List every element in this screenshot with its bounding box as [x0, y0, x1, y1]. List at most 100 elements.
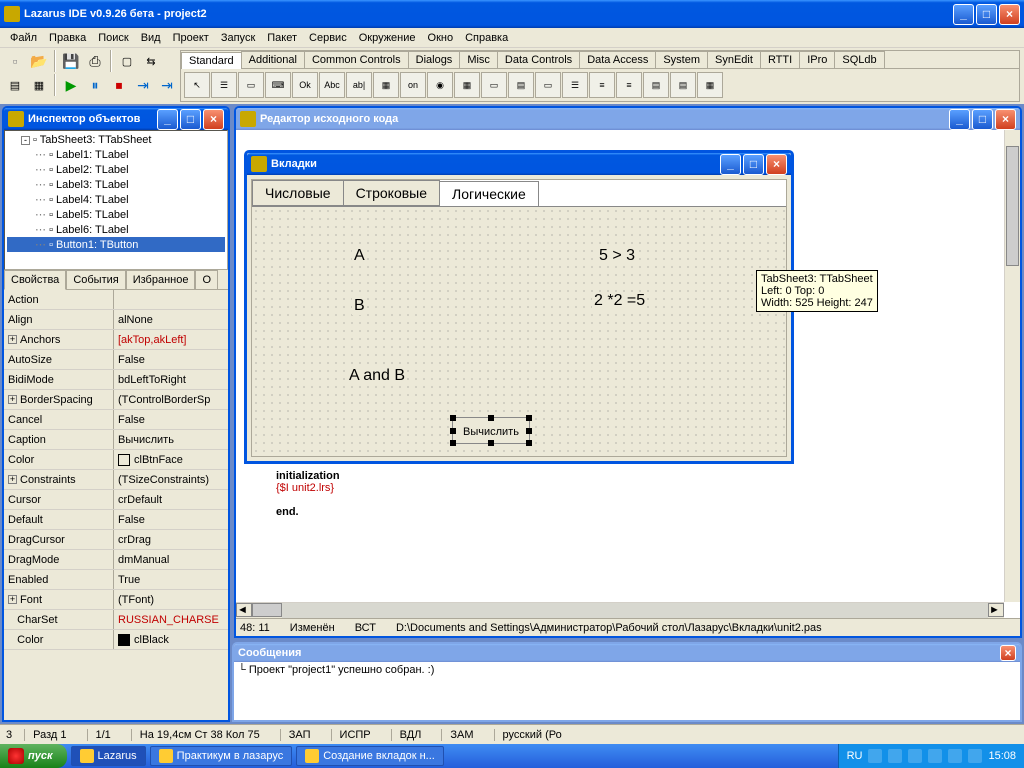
- palette-component-6[interactable]: ab|: [346, 72, 372, 98]
- pc-tab-numeric[interactable]: Числовые: [252, 180, 344, 206]
- property-row[interactable]: DefaultFalse: [4, 510, 228, 530]
- palette-component-5[interactable]: Abc: [319, 72, 345, 98]
- tree-item[interactable]: -▫ TabSheet3: TTabSheet: [7, 133, 225, 147]
- palette-tab-dialogs[interactable]: Dialogs: [408, 51, 461, 68]
- palette-tab-rtti[interactable]: RTTI: [760, 51, 800, 68]
- property-row[interactable]: +Font(TFont): [4, 590, 228, 610]
- palette-tab-ipro[interactable]: IPro: [799, 51, 835, 68]
- palette-tab-datacontrols[interactable]: Data Controls: [497, 51, 580, 68]
- palette-component-15[interactable]: ≡: [589, 72, 615, 98]
- palette-tab-dataaccess[interactable]: Data Access: [579, 51, 656, 68]
- menu-file[interactable]: Файл: [4, 30, 43, 46]
- menu-environment[interactable]: Окружение: [353, 30, 422, 46]
- tree-item[interactable]: ⋯ ▫ Button1: TButton: [7, 237, 225, 252]
- palette-tab-sqldb[interactable]: SQLdb: [834, 51, 884, 68]
- step-into-button[interactable]: [156, 74, 178, 96]
- property-row[interactable]: DragModedmManual: [4, 550, 228, 570]
- design-label[interactable]: 2 *2 =5: [592, 292, 647, 310]
- palette-component-9[interactable]: ◉: [427, 72, 453, 98]
- clock[interactable]: 15:08: [988, 750, 1016, 762]
- property-row[interactable]: AlignalNone: [4, 310, 228, 330]
- menu-edit[interactable]: Правка: [43, 30, 92, 46]
- palette-component-4[interactable]: Ok: [292, 72, 318, 98]
- property-grid[interactable]: ActionAlignalNone+Anchors[akTop,akLeft]A…: [4, 290, 228, 720]
- design-label[interactable]: 5 > 3: [597, 247, 637, 265]
- form-minimize[interactable]: _: [720, 154, 741, 175]
- tray-icon[interactable]: [868, 749, 882, 763]
- palette-component-1[interactable]: ☰: [211, 72, 237, 98]
- property-row[interactable]: AutoSizeFalse: [4, 350, 228, 370]
- save-button[interactable]: [60, 50, 82, 72]
- property-row[interactable]: ColorclBlack: [4, 630, 228, 650]
- tray-icon[interactable]: [928, 749, 942, 763]
- palette-component-3[interactable]: ⌨: [265, 72, 291, 98]
- design-label[interactable]: A: [352, 247, 367, 265]
- menu-run[interactable]: Запуск: [215, 30, 261, 46]
- property-row[interactable]: +Anchors[akTop,akLeft]: [4, 330, 228, 350]
- tab-restricted[interactable]: О: [195, 270, 218, 289]
- editor-minimize[interactable]: _: [949, 109, 970, 130]
- messages-list[interactable]: └ Проект "project1" успешно собран. :): [234, 662, 1020, 720]
- tab-events[interactable]: События: [66, 270, 125, 289]
- tree-item[interactable]: ⋯ ▫ Label1: TLabel: [7, 147, 225, 162]
- menu-search[interactable]: Поиск: [92, 30, 134, 46]
- menu-project[interactable]: Проект: [167, 30, 215, 46]
- tray-icon[interactable]: [908, 749, 922, 763]
- palette-component-19[interactable]: ▦: [697, 72, 723, 98]
- page-control[interactable]: Числовые Строковые Логические Вычислить …: [251, 179, 787, 457]
- palette-component-14[interactable]: ☰: [562, 72, 588, 98]
- new-form-button[interactable]: ▢: [116, 50, 138, 72]
- pc-tab-logic[interactable]: Логические: [439, 181, 539, 207]
- menubar[interactable]: Файл Правка Поиск Вид Проект Запуск Паке…: [0, 28, 1024, 48]
- pc-tab-string[interactable]: Строковые: [343, 180, 440, 206]
- editor-scrollbar-h[interactable]: ◄►: [236, 602, 1004, 618]
- tray-icon[interactable]: [968, 749, 982, 763]
- palette-component-10[interactable]: ▦: [454, 72, 480, 98]
- step-over-button[interactable]: [132, 74, 154, 96]
- close-button[interactable]: ×: [999, 4, 1020, 25]
- inspector-maximize[interactable]: □: [180, 109, 201, 130]
- palette-tab-misc[interactable]: Misc: [459, 51, 498, 68]
- menu-window[interactable]: Окно: [422, 30, 460, 46]
- property-row[interactable]: DragCursorcrDrag: [4, 530, 228, 550]
- new-unit-button[interactable]: [4, 50, 26, 72]
- open-button[interactable]: [28, 50, 50, 72]
- form-close[interactable]: ×: [766, 154, 787, 175]
- property-row[interactable]: +BorderSpacing(TControlBorderSp: [4, 390, 228, 410]
- editor-scrollbar-v[interactable]: [1004, 130, 1020, 602]
- minimize-button[interactable]: _: [953, 4, 974, 25]
- palette-tab-system[interactable]: System: [655, 51, 708, 68]
- messages-close[interactable]: ×: [1000, 645, 1016, 661]
- lang-indicator[interactable]: RU: [847, 750, 863, 762]
- maximize-button[interactable]: □: [976, 4, 997, 25]
- tree-item[interactable]: ⋯ ▫ Label6: TLabel: [7, 222, 225, 237]
- editor-close[interactable]: ×: [995, 109, 1016, 130]
- palette-component-17[interactable]: ▤: [643, 72, 669, 98]
- palette-tabs[interactable]: Standard Additional Common Controls Dial…: [181, 51, 1019, 69]
- editor-maximize[interactable]: □: [972, 109, 993, 130]
- palette-component-16[interactable]: ≡: [616, 72, 642, 98]
- palette-component-7[interactable]: ▦: [373, 72, 399, 98]
- pause-button[interactable]: [84, 74, 106, 96]
- palette-component-0[interactable]: ↖: [184, 72, 210, 98]
- tree-item[interactable]: ⋯ ▫ Label2: TLabel: [7, 162, 225, 177]
- palette-tab-synedit[interactable]: SynEdit: [707, 51, 761, 68]
- menu-help[interactable]: Справка: [459, 30, 514, 46]
- form-titlebar[interactable]: Вкладки _ □ ×: [247, 153, 791, 175]
- property-row[interactable]: +Constraints(TSizeConstraints): [4, 470, 228, 490]
- palette-tab-common[interactable]: Common Controls: [304, 51, 409, 68]
- property-row[interactable]: CaptionВычислить: [4, 430, 228, 450]
- menu-tools[interactable]: Сервис: [303, 30, 353, 46]
- menu-package[interactable]: Пакет: [261, 30, 303, 46]
- component-tree[interactable]: -▫ TabSheet3: TTabSheet⋯ ▫ Label1: TLabe…: [4, 130, 228, 270]
- taskbar-task[interactable]: Lazarus: [71, 746, 146, 766]
- units-button[interactable]: ▤: [4, 74, 26, 96]
- palette-component-12[interactable]: ▤: [508, 72, 534, 98]
- property-row[interactable]: CursorcrDefault: [4, 490, 228, 510]
- system-tray[interactable]: RU 15:08: [838, 744, 1024, 768]
- taskbar-task[interactable]: Создание вкладок н...: [296, 746, 444, 766]
- property-row[interactable]: CharSetRUSSIAN_CHARSE: [4, 610, 228, 630]
- tree-item[interactable]: ⋯ ▫ Label4: TLabel: [7, 192, 225, 207]
- tab-favorites[interactable]: Избранное: [126, 270, 196, 289]
- property-row[interactable]: Action: [4, 290, 228, 310]
